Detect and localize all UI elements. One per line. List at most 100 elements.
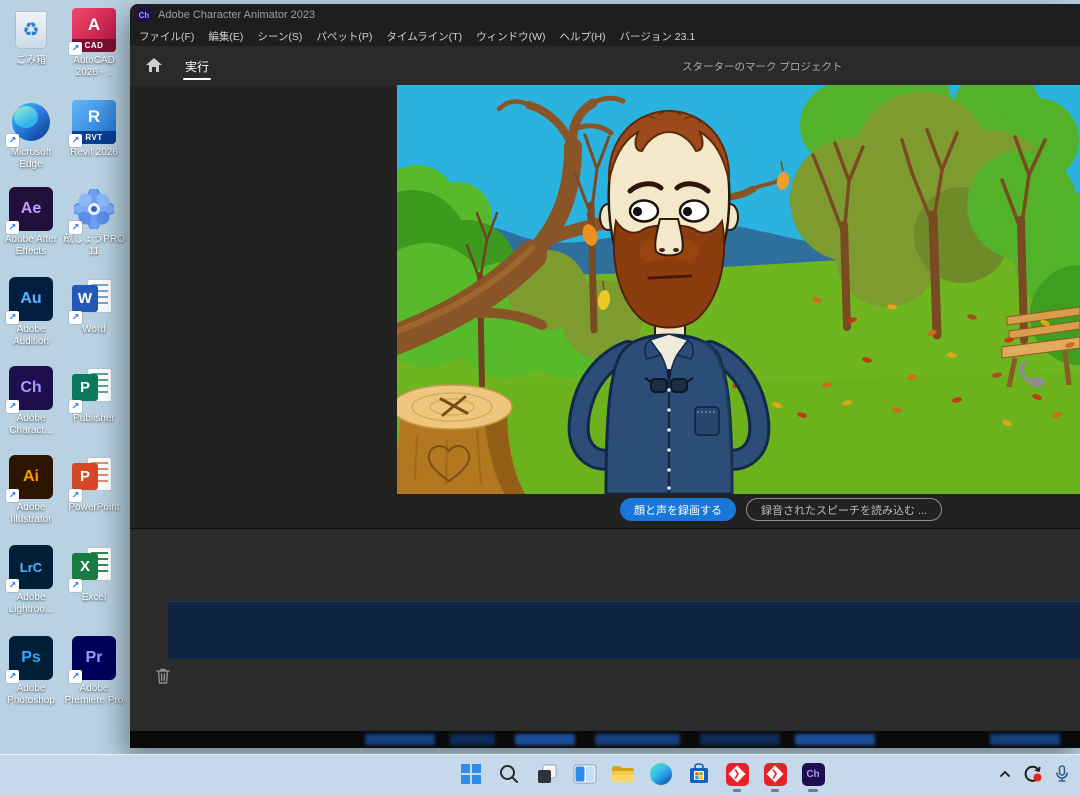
desktop-icon-label: Adobe Illustrator [0, 502, 62, 526]
desktop-icon-label: Publisher [73, 413, 115, 425]
app-logo-icon: Ch [137, 8, 151, 22]
screen-record-indicator-icon[interactable] [1022, 761, 1044, 787]
character-animator-icon: Ch ↗ [9, 366, 53, 410]
desktop-icon-after-effects[interactable]: Ae ↗ Adobe After Effects [0, 187, 62, 258]
premiere-pro-icon: Pr ↗ [72, 636, 116, 680]
stage-button-row: 顔と声を録画する 録音されたスピーチを読み込む ... [620, 498, 942, 521]
search-icon[interactable] [496, 761, 522, 787]
menu-help[interactable]: ヘルプ(H) [559, 29, 605, 44]
start-button[interactable] [458, 761, 484, 787]
home-icon[interactable] [145, 57, 163, 73]
desktop-icon-edge[interactable]: ↗ Microsoft Edge [0, 100, 62, 171]
desktop-icon-revit[interactable]: R RVT ↗ Revit 2026 [63, 100, 125, 159]
shortcut-arrow-icon: ↗ [6, 489, 19, 502]
desktop-icon-label: Adobe Premiere Pro [63, 683, 125, 707]
shortcut-arrow-icon: ↗ [6, 221, 19, 234]
menu-edit[interactable]: 編集(E) [208, 29, 243, 44]
red-app-icon-1[interactable]: ❯ [724, 761, 750, 787]
shortcut-arrow-icon: ↗ [69, 489, 82, 502]
record-face-voice-button[interactable]: 顔と声を録画する [620, 498, 736, 521]
desktop-icon-kurasho-pro[interactable]: ↗ 蔵しょうPRO 11 [63, 187, 125, 258]
pr-glyph: Pr [86, 649, 103, 667]
load-recorded-speech-button[interactable]: 録音されたスピーチを読み込む ... [746, 498, 942, 521]
character-animator-window: Ch Adobe Character Animator 2023 ファイル(F)… [130, 4, 1080, 748]
shortcut-arrow-icon: ↗ [6, 579, 19, 592]
recycle-bin-icon: ♻ [9, 8, 53, 52]
menu-timeline[interactable]: タイムライン(T) [386, 29, 462, 44]
trash-icon[interactable] [155, 667, 171, 685]
audition-icon: Au ↗ [9, 277, 53, 321]
powerpoint-icon: P ↗ [72, 455, 116, 499]
shortcut-arrow-icon: ↗ [69, 670, 82, 683]
desktop-icon-label: Microsoft Edge [0, 147, 62, 171]
publisher-icon: P ↗ [72, 366, 116, 410]
tree-stump [397, 385, 525, 494]
shortcut-arrow-icon: ↗ [6, 134, 19, 147]
task-view-icon[interactable] [534, 761, 560, 787]
taskbar-icon-row: ❯ ❯ Ch [458, 761, 826, 787]
windows-taskbar: ❯ ❯ Ch [0, 754, 1080, 795]
desktop-icon-label: Adobe After Effects [0, 234, 62, 258]
running-indicator [771, 789, 779, 792]
desktop-icon-illustrator[interactable]: Ai ↗ Adobe Illustrator [0, 455, 62, 526]
desktop-icon-photoshop[interactable]: Ps ↗ Adobe Photoshop [0, 636, 62, 707]
desktop-icon-word[interactable]: W ↗ Word [63, 277, 125, 336]
desktop-icon-lightroom-classic[interactable]: LrC ↗ Adobe Lightroo... [0, 545, 62, 616]
tab-perform[interactable]: 実行 [185, 58, 209, 75]
ae-glyph: Ae [21, 200, 41, 218]
taskbar-tray [996, 761, 1072, 787]
desktop-icon-label: AutoCAD 2026 - .. [63, 55, 125, 79]
edge-icon: ↗ [9, 100, 53, 144]
tab-active-underline [183, 78, 211, 80]
illustrator-icon: Ai ↗ [9, 455, 53, 499]
desktop-icon-publisher[interactable]: P ↗ Publisher [63, 366, 125, 425]
desktop-icon-character-animator[interactable]: Ch ↗ Adobe Charact... [0, 366, 62, 437]
stage-canvas[interactable] [397, 85, 1080, 494]
after-effects-icon: Ae ↗ [9, 187, 53, 231]
excel-icon: X ↗ [72, 545, 116, 589]
desktop-icon-excel[interactable]: X ↗ Excel [63, 545, 125, 604]
menu-bar: ファイル(F) 編集(E) シーン(S) パペット(P) タイムライン(T) ウ… [130, 26, 1080, 47]
red-app-icon-2[interactable]: ❯ [762, 761, 788, 787]
menu-version: バージョン 23.1 [620, 29, 696, 44]
running-indicator [733, 789, 741, 792]
edge-swirl [14, 106, 38, 128]
recycle-glyph: ♻ [22, 19, 39, 42]
hidden-icons-chevron[interactable] [996, 761, 1014, 787]
desktop-icon-label: Adobe Charact... [0, 413, 62, 437]
desktop-icon-powerpoint[interactable]: P ↗ PowerPoint [63, 455, 125, 514]
lightroom-classic-icon: LrC ↗ [9, 545, 53, 589]
shortcut-arrow-icon: ↗ [69, 311, 82, 324]
widgets-icon[interactable] [572, 761, 598, 787]
desktop-icon-label: Revit 2026 [70, 147, 118, 159]
shortcut-arrow-icon: ↗ [6, 311, 19, 324]
menu-file[interactable]: ファイル(F) [139, 29, 194, 44]
menu-scene[interactable]: シーン(S) [257, 29, 302, 44]
desktop-icon-audition[interactable]: Au ↗ Adobe Audition [0, 277, 62, 348]
desktop-icon-premiere-pro[interactable]: Pr ↗ Adobe Premiere Pro [63, 636, 125, 707]
revit-icon: R RVT ↗ [72, 100, 116, 144]
microsoft-store-icon[interactable] [686, 761, 712, 787]
desktop-icon-recycle-bin[interactable]: ♻ ごみ箱 [0, 8, 62, 67]
ch-glyph: Ch [20, 379, 41, 397]
timeline-preview-strip [130, 731, 1080, 748]
menu-window[interactable]: ウィンドウ(W) [476, 29, 545, 44]
running-indicator [808, 789, 818, 792]
excel-glyph: X [72, 553, 98, 580]
desktop-icon-autocad[interactable]: A CAD ↗ AutoCAD 2026 - .. [63, 8, 125, 79]
edge-taskbar-icon[interactable] [648, 761, 674, 787]
desktop-icon-label: PowerPoint [68, 502, 119, 514]
window-title: Adobe Character Animator 2023 [158, 9, 315, 21]
desktop-icon-label: Excel [82, 592, 106, 604]
word-icon: W ↗ [72, 277, 116, 321]
shortcut-arrow-icon: ↗ [6, 400, 19, 413]
lrc-glyph: LrC [20, 560, 42, 575]
window-titlebar[interactable]: Ch Adobe Character Animator 2023 [130, 4, 1080, 26]
timeline-track-clip[interactable] [168, 601, 1080, 659]
desktop-icon-label: Adobe Lightroo... [0, 592, 62, 616]
character-animator-taskbar-icon[interactable]: Ch [800, 761, 826, 787]
file-explorer-icon[interactable] [610, 761, 636, 787]
menu-puppet[interactable]: パペット(P) [316, 29, 372, 44]
microphone-icon[interactable] [1052, 761, 1072, 787]
desktop-icon-label: ごみ箱 [16, 55, 46, 67]
